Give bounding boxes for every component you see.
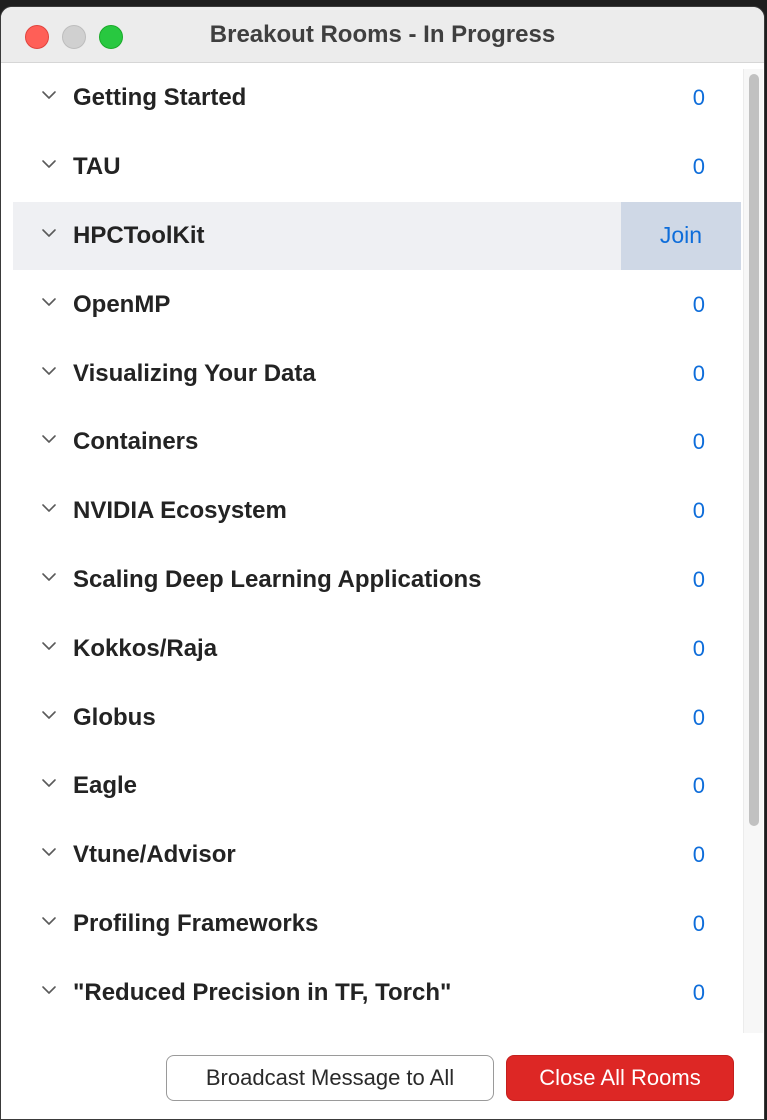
chevron-down-icon[interactable] bbox=[41, 363, 57, 379]
title-bar: Breakout Rooms - In Progress bbox=[1, 7, 764, 63]
chevron-down-icon[interactable] bbox=[41, 913, 57, 929]
participant-count: 0 bbox=[692, 154, 705, 180]
participant-count: 0 bbox=[692, 566, 705, 592]
room-name: Eagle bbox=[73, 772, 138, 800]
participant-count: 0 bbox=[692, 635, 705, 661]
room-name: Vtune/Advisor bbox=[73, 841, 236, 869]
chevron-down-icon[interactable] bbox=[41, 87, 57, 103]
participant-count: 0 bbox=[692, 291, 705, 317]
close-all-rooms-button[interactable]: Close All Rooms bbox=[506, 1055, 734, 1101]
participant-count: 0 bbox=[692, 498, 705, 524]
chevron-down-icon[interactable] bbox=[41, 431, 57, 447]
participant-count: 0 bbox=[692, 429, 705, 455]
room-row[interactable]: Eagle 0 bbox=[13, 752, 741, 821]
room-list: Getting Started 0 TAU 0 HPCToolKit Join OpenMP… bbox=[13, 64, 741, 1030]
chevron-down-icon[interactable] bbox=[41, 707, 57, 723]
participant-count: 0 bbox=[692, 360, 705, 386]
chevron-down-icon[interactable] bbox=[41, 638, 57, 654]
scrollbar-thumb[interactable] bbox=[749, 74, 759, 826]
broadcast-message-button[interactable]: Broadcast Message to All bbox=[166, 1055, 494, 1101]
join-room-button[interactable]: Join bbox=[621, 201, 741, 271]
room-name: TAU bbox=[73, 153, 121, 181]
window-title: Breakout Rooms - In Progress bbox=[209, 21, 556, 48]
participant-count: 0 bbox=[692, 85, 705, 111]
chevron-down-icon[interactable] bbox=[41, 294, 57, 310]
room-name: NVIDIA Ecosystem bbox=[73, 497, 287, 525]
chevron-down-icon[interactable] bbox=[41, 775, 57, 791]
participant-count: 0 bbox=[692, 704, 705, 730]
room-row[interactable]: Scaling Deep Learning Applications 0 bbox=[13, 546, 741, 615]
room-row[interactable]: Kokkos/Raja 0 bbox=[13, 614, 741, 683]
breakout-rooms-window: Breakout Rooms - In Progress Getting Sta… bbox=[0, 6, 765, 1120]
footer: Broadcast Message to All Close All Rooms bbox=[1, 1033, 764, 1119]
room-name: OpenMP bbox=[73, 290, 171, 318]
room-name: Kokkos/Raja bbox=[73, 634, 218, 662]
participant-count: 0 bbox=[692, 773, 705, 799]
participant-count: 0 bbox=[692, 979, 705, 1005]
chevron-down-icon[interactable] bbox=[41, 500, 57, 516]
room-row[interactable]: NVIDIA Ecosystem 0 bbox=[13, 477, 741, 546]
room-name: Globus bbox=[73, 703, 156, 731]
room-name: Scaling Deep Learning Applications bbox=[73, 565, 482, 593]
room-name: Profiling Frameworks bbox=[73, 909, 319, 937]
room-name: "Reduced Precision in TF, Torch" bbox=[73, 978, 452, 1006]
room-name: HPCToolKit bbox=[73, 221, 205, 249]
room-row[interactable]: Getting Started 0 bbox=[13, 64, 741, 133]
participant-count: 0 bbox=[692, 910, 705, 936]
room-row[interactable]: Vtune/Advisor 0 bbox=[13, 821, 741, 890]
room-row[interactable]: "Reduced Precision in TF, Torch" 0 bbox=[13, 958, 741, 1027]
room-row[interactable]: HPCToolKit Join bbox=[13, 201, 741, 271]
chevron-down-icon[interactable] bbox=[41, 156, 57, 172]
room-row[interactable]: Globus 0 bbox=[13, 683, 741, 752]
chevron-down-icon[interactable] bbox=[41, 569, 57, 585]
room-row[interactable]: Visualizing Your Data 0 bbox=[13, 339, 741, 408]
room-name: Visualizing Your Data bbox=[73, 359, 316, 387]
chevron-down-icon[interactable] bbox=[41, 844, 57, 860]
chevron-down-icon[interactable] bbox=[41, 225, 57, 241]
room-row[interactable]: Containers 0 bbox=[13, 408, 741, 477]
room-row[interactable]: TAU 0 bbox=[13, 133, 741, 202]
room-name: Getting Started bbox=[73, 84, 247, 112]
participant-count: 0 bbox=[692, 842, 705, 868]
scrollbar[interactable] bbox=[743, 69, 763, 1033]
room-row[interactable]: Profiling Frameworks 0 bbox=[13, 890, 741, 959]
room-row[interactable]: OpenMP 0 bbox=[13, 270, 741, 339]
chevron-down-icon[interactable] bbox=[41, 982, 57, 998]
room-name: Containers bbox=[73, 428, 199, 456]
